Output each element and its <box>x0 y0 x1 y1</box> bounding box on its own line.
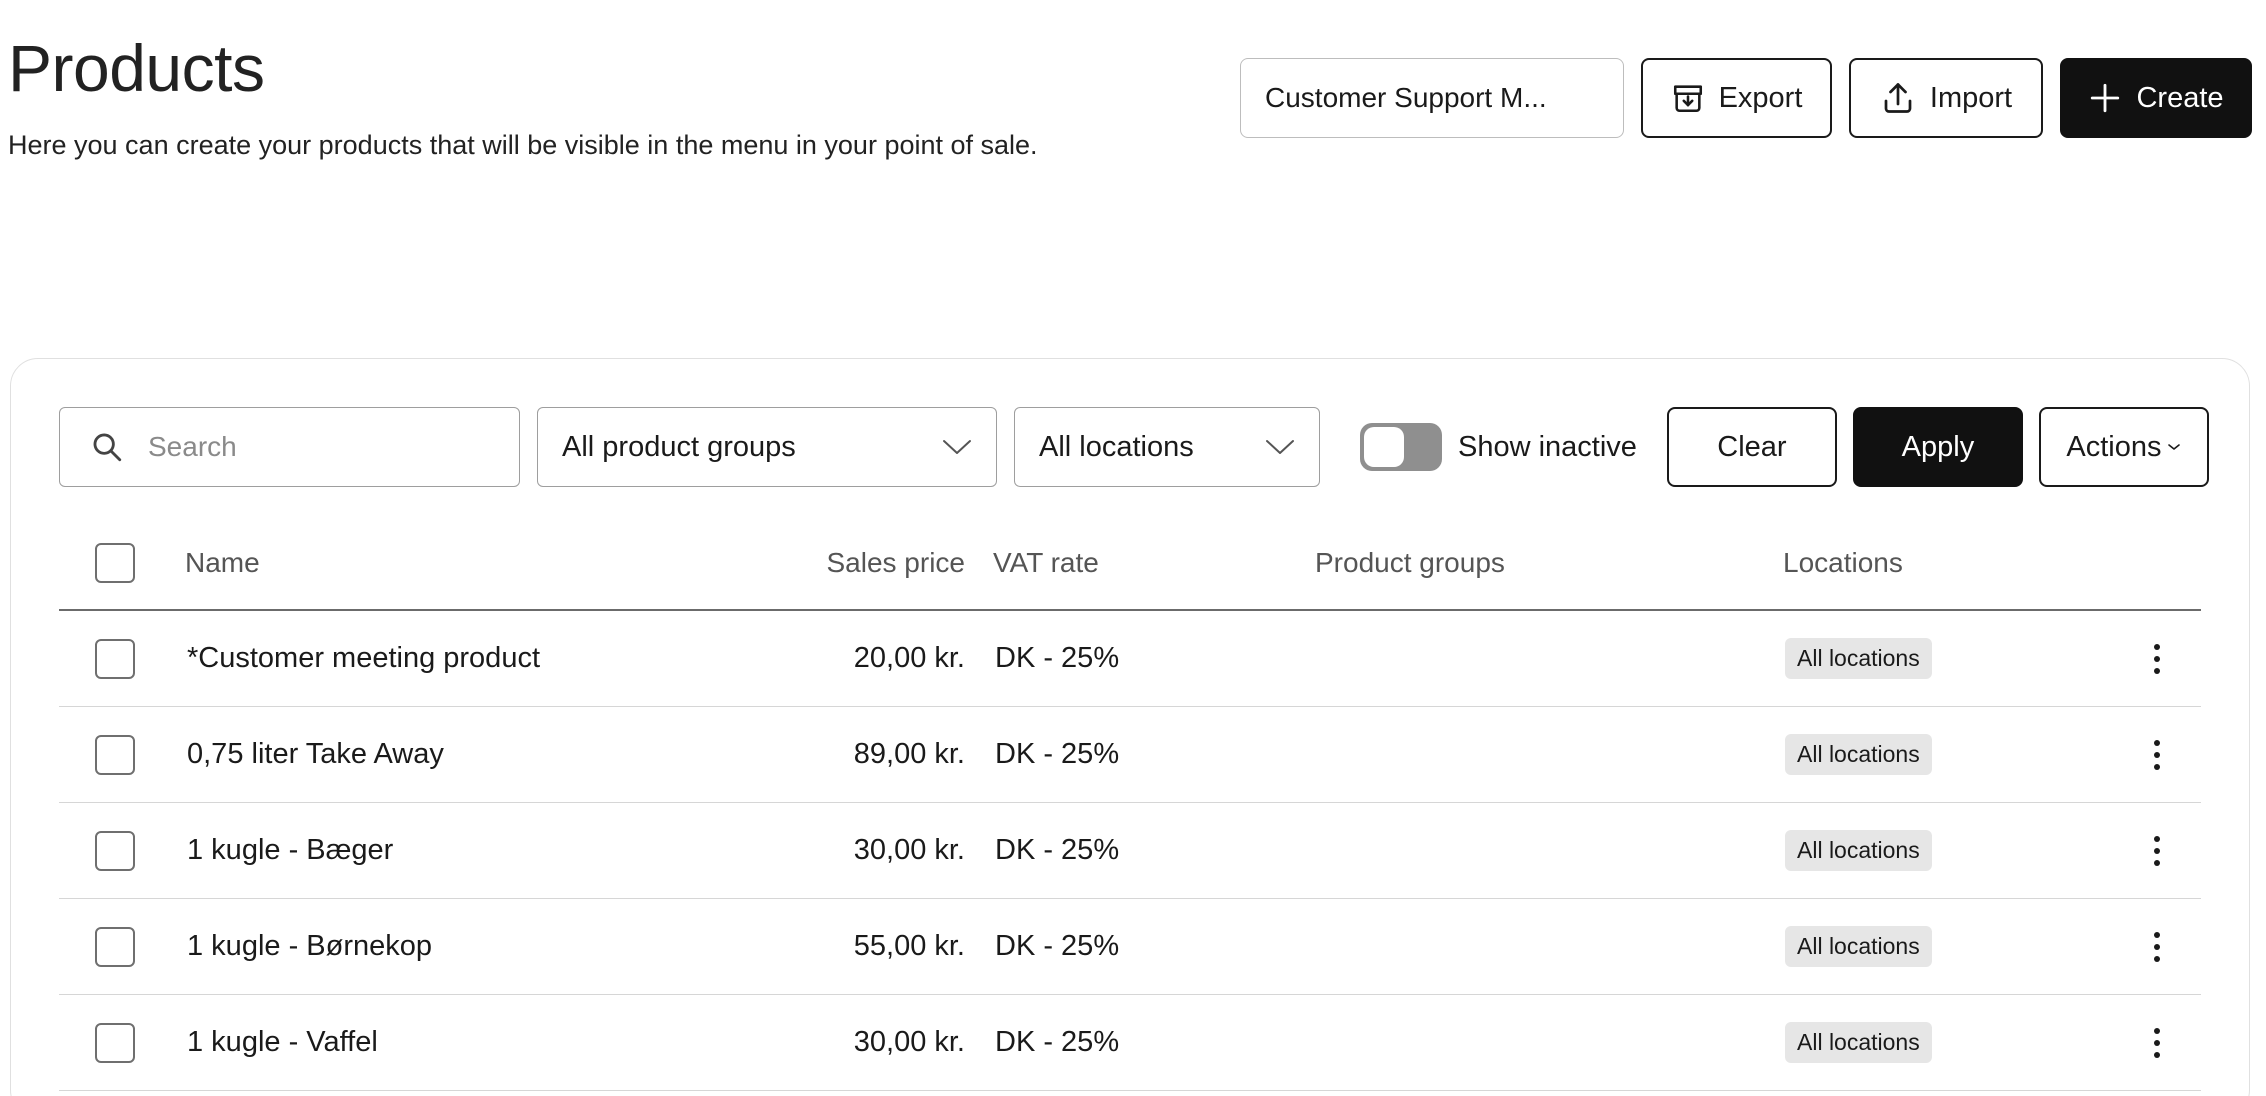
table-row[interactable]: 1 kugle - Børnekop 55,00 kr. DK - 25% Al… <box>59 899 2201 995</box>
product-groups-select-value: All product groups <box>562 430 796 463</box>
column-header-locations[interactable]: Locations <box>1783 517 1903 609</box>
location-badge: All locations <box>1785 926 1932 967</box>
row-checkbox[interactable] <box>95 638 135 679</box>
product-vat: DK - 25% <box>995 834 1120 866</box>
import-button[interactable]: Import <box>1849 58 2043 138</box>
archive-download-icon <box>1673 85 1702 113</box>
select-all-checkbox[interactable] <box>95 543 135 583</box>
apply-button[interactable]: Apply <box>1852 407 2023 487</box>
column-header-sales-price[interactable]: Sales price <box>826 517 965 609</box>
product-name[interactable]: 0,75 liter Take Away <box>187 707 444 802</box>
chevron-down-icon <box>1266 440 1294 454</box>
column-header-name[interactable]: Name <box>185 517 260 609</box>
chevron-down-icon <box>2168 444 2181 450</box>
table-row[interactable]: *Customer meeting product 20,00 kr. DK -… <box>59 611 2201 707</box>
row-checkbox[interactable] <box>95 926 135 967</box>
product-vat: DK - 25% <box>995 642 1120 674</box>
table-row[interactable]: 1 kugle - Vaffel 30,00 kr. DK - 25% All … <box>59 995 2201 1091</box>
chevron-down-icon <box>943 440 971 454</box>
page-title: Products <box>8 31 265 105</box>
plus-icon <box>2091 83 2120 113</box>
search-icon <box>93 433 122 462</box>
show-inactive-label: Show inactive <box>1458 430 1637 463</box>
product-groups-select[interactable]: All product groups <box>537 407 997 487</box>
product-price: 20,00 kr. <box>853 642 965 674</box>
export-button[interactable]: Export <box>1641 58 1832 138</box>
locations-select-value: All locations <box>1039 430 1194 463</box>
more-vertical-icon[interactable] <box>2149 739 2165 770</box>
organization-select-value: Customer Support M... <box>1265 82 1547 113</box>
location-badge: All locations <box>1785 734 1932 775</box>
product-name[interactable]: 1 kugle - Børnekop <box>187 899 432 994</box>
product-vat: DK - 25% <box>995 1026 1120 1058</box>
more-vertical-icon[interactable] <box>2149 835 2165 866</box>
more-vertical-icon[interactable] <box>2149 1027 2165 1058</box>
product-name[interactable]: *Customer meeting product <box>187 611 540 706</box>
product-price: 55,00 kr. <box>853 930 965 962</box>
toggle-knob <box>1364 427 1404 467</box>
show-inactive-control: Show inactive <box>1360 423 1637 471</box>
actions-button-label: Actions <box>2066 430 2162 463</box>
search-box[interactable] <box>59 407 520 487</box>
table-header: Name Sales price VAT rate Product groups… <box>59 517 2201 611</box>
product-vat: DK - 25% <box>995 738 1120 770</box>
clear-button[interactable]: Clear <box>1666 407 1837 487</box>
product-vat: DK - 25% <box>995 930 1120 962</box>
row-checkbox[interactable] <box>95 734 135 775</box>
show-inactive-toggle[interactable] <box>1360 423 1442 471</box>
product-name[interactable]: 1 kugle - Bæger <box>187 803 393 898</box>
location-badge: All locations <box>1785 1022 1932 1063</box>
location-badge: All locations <box>1785 830 1932 871</box>
products-table: Name Sales price VAT rate Product groups… <box>59 517 2201 1091</box>
more-vertical-icon[interactable] <box>2149 643 2165 674</box>
upload-icon <box>1884 83 1912 113</box>
row-checkbox[interactable] <box>95 830 135 871</box>
actions-button[interactable]: Actions <box>2038 407 2209 487</box>
create-button[interactable]: Create <box>2060 58 2252 138</box>
search-input[interactable] <box>148 431 448 463</box>
product-name[interactable]: 1 kugle - Vaffel <box>187 995 378 1090</box>
table-row[interactable]: 1 kugle - Bæger 30,00 kr. DK - 25% All l… <box>59 803 2201 899</box>
export-button-label: Export <box>1718 81 1803 114</box>
organization-select[interactable]: Customer Support M... <box>1240 58 1624 138</box>
page-subtitle: Here you can create your products that w… <box>8 130 1038 160</box>
import-button-label: Import <box>1929 81 2013 114</box>
row-checkbox[interactable] <box>95 1022 135 1063</box>
product-price: 30,00 kr. <box>853 1026 965 1058</box>
create-button-label: Create <box>2136 81 2224 114</box>
more-vertical-icon[interactable] <box>2149 931 2165 962</box>
product-price: 30,00 kr. <box>853 834 965 866</box>
locations-select[interactable]: All locations <box>1014 407 1320 487</box>
filter-bar: All product groups All locations Show in… <box>59 407 2209 487</box>
location-badge: All locations <box>1785 638 1932 679</box>
product-price: 89,00 kr. <box>853 738 965 770</box>
table-row[interactable]: 0,75 liter Take Away 89,00 kr. DK - 25% … <box>59 707 2201 803</box>
products-card: All product groups All locations Show in… <box>10 358 2250 1096</box>
column-header-vat-rate[interactable]: VAT rate <box>993 517 1099 609</box>
header-actions: Customer Support M... Export Import Crea… <box>1240 58 2252 138</box>
column-header-product-groups[interactable]: Product groups <box>1315 517 1505 609</box>
